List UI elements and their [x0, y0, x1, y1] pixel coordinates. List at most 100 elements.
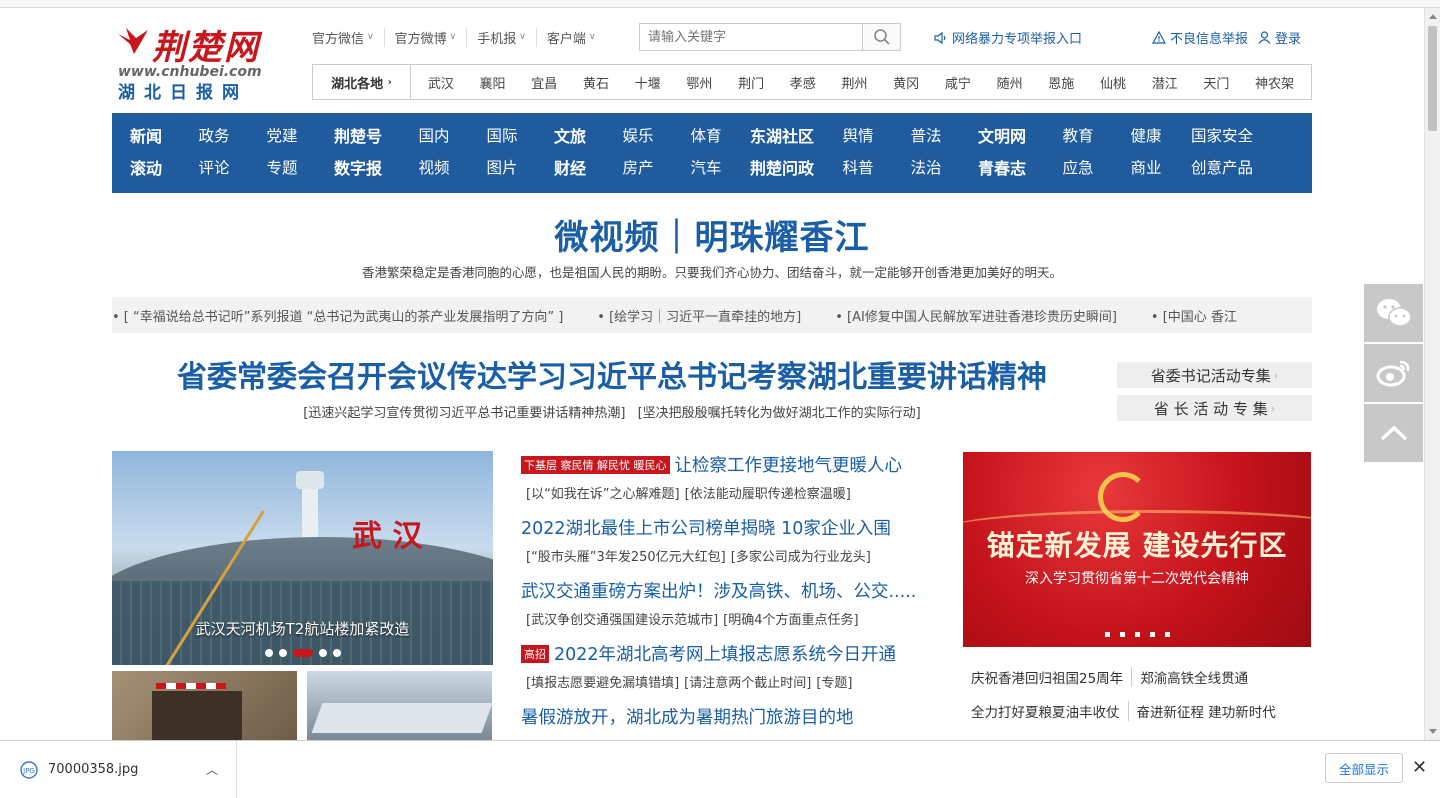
- toplink-wechat[interactable]: 官方微信 ∨: [312, 27, 385, 47]
- news-tag[interactable]: 高招: [521, 644, 549, 663]
- scrollbar-thumb[interactable]: [1428, 26, 1437, 131]
- nav-item[interactable]: 国际: [468, 124, 536, 146]
- banner-dot[interactable]: [1149, 632, 1155, 637]
- scroll-down-arrow-icon[interactable]: [1429, 729, 1437, 734]
- nav-item[interactable]: 新闻: [112, 123, 180, 147]
- nav-item[interactable]: 文旅: [536, 123, 604, 147]
- nav-item[interactable]: 国内: [400, 124, 468, 146]
- region-link[interactable]: 鄂州: [682, 73, 716, 92]
- news-sub-link[interactable]: [填报志愿要避免漏填错填]: [526, 676, 679, 691]
- weibo-share-button[interactable]: [1364, 344, 1423, 402]
- region-link[interactable]: 随州: [993, 73, 1027, 92]
- photo-slider[interactable]: 武 汉 武汉天河机场T2航站楼加紧改造: [112, 451, 493, 665]
- region-link[interactable]: 襄阳: [476, 73, 510, 92]
- nav-item[interactable]: 国家安全: [1180, 124, 1264, 146]
- party-congress-banner[interactable]: 锚定新发展 建设先行区 深入学习贯彻省第十二次党代会精神: [963, 452, 1311, 647]
- region-link[interactable]: 咸宁: [941, 73, 975, 92]
- news-title[interactable]: 2022年湖北高考网上填报志愿系统今日开通: [554, 641, 896, 666]
- ticker-item[interactable]: • [绘学习｜习近平一直牵挂的地方]: [597, 306, 801, 325]
- nav-item[interactable]: 专题: [248, 156, 316, 178]
- thumbnail-excavation[interactable]: [112, 671, 297, 740]
- nav-item[interactable]: 视频: [400, 156, 468, 178]
- chevron-up-icon[interactable]: ︿: [206, 761, 218, 778]
- nav-item[interactable]: 财经: [536, 155, 604, 179]
- slider-dot[interactable]: [278, 649, 287, 657]
- headline-sub-link[interactable]: [迅速兴起学习宣传贯彻习近平总书记重要讲话精神热潮]: [303, 406, 625, 421]
- nav-item[interactable]: 商业: [1112, 156, 1180, 178]
- region-link[interactable]: 恩施: [1044, 73, 1078, 92]
- close-icon[interactable]: ✕: [1412, 757, 1427, 778]
- news-title[interactable]: 2022湖北最佳上市公司榜单揭晓 10家企业入围: [521, 515, 891, 540]
- news-sub-link[interactable]: [明确4个方面重点任务]: [723, 613, 858, 628]
- region-link[interactable]: 武汉: [424, 73, 458, 92]
- nav-item[interactable]: 普法: [892, 124, 960, 146]
- wechat-share-button[interactable]: [1364, 284, 1423, 342]
- scroll-up-arrow-icon[interactable]: [1429, 14, 1437, 19]
- topic-link[interactable]: 郑渝高铁全线贯通: [1132, 667, 1256, 687]
- news-sub-link[interactable]: [依法能动履职传递检察温暖]: [685, 487, 851, 502]
- toplink-client[interactable]: 客户端 ∨: [537, 28, 606, 47]
- nav-item[interactable]: 数字报: [316, 155, 400, 179]
- nav-item[interactable]: 汽车: [672, 156, 740, 178]
- nav-item[interactable]: 文明网: [960, 123, 1044, 147]
- special-secretary-button[interactable]: 省委书记活动专集 ›: [1117, 362, 1312, 388]
- nav-item[interactable]: 娱乐: [604, 124, 672, 146]
- slider-dot[interactable]: [318, 649, 327, 657]
- region-link[interactable]: 天门: [1199, 73, 1233, 92]
- nav-item[interactable]: 荆楚问政: [740, 155, 824, 179]
- region-link[interactable]: 宜昌: [527, 73, 561, 92]
- news-sub-link[interactable]: [以“如我在诉”之心解难题]: [526, 487, 680, 502]
- news-title[interactable]: 暑假游放开，湖北成为暑期热门旅游目的地: [521, 704, 854, 729]
- nav-item[interactable]: 舆情: [824, 124, 892, 146]
- search-button[interactable]: [862, 24, 900, 50]
- slider-dot[interactable]: [264, 649, 273, 657]
- special-governor-button[interactable]: 省 长 活 动 专 集 ›: [1117, 395, 1312, 421]
- news-title[interactable]: 武汉交通重磅方案出炉！涉及高铁、机场、公交.....: [521, 578, 916, 603]
- banner-dot[interactable]: [1164, 632, 1170, 637]
- banner-dot[interactable]: [1104, 632, 1110, 637]
- show-all-downloads-button[interactable]: 全部显示: [1325, 753, 1403, 783]
- toplink-weibo[interactable]: 官方微博 ∨: [385, 27, 468, 47]
- slider-caption[interactable]: 武汉天河机场T2航站楼加紧改造: [112, 618, 493, 639]
- region-link[interactable]: 荆门: [734, 73, 768, 92]
- headline-sub-link[interactable]: [坚决把殷殷嘱托转化为做好湖北工作的实际行动]: [638, 406, 921, 421]
- news-sub-link[interactable]: [专题]: [816, 676, 852, 691]
- nav-item[interactable]: 健康: [1112, 124, 1180, 146]
- nav-item[interactable]: 评论: [180, 156, 248, 178]
- regions-title[interactable]: 湖北各地 ›: [313, 65, 411, 99]
- region-link[interactable]: 仙桃: [1096, 73, 1130, 92]
- nav-item[interactable]: 体育: [672, 124, 740, 146]
- region-link[interactable]: 潜江: [1148, 73, 1182, 92]
- news-sub-link[interactable]: [武汉争创交通强国建设示范城市]: [526, 613, 718, 628]
- ticker-item[interactable]: • [AI修复中国人民解放军进驻香港珍贵历史瞬间]: [835, 306, 1117, 325]
- nav-item[interactable]: 党建: [248, 124, 316, 146]
- search-input[interactable]: [640, 24, 862, 50]
- news-tag[interactable]: 下基层 察民情 解民忧 暖民心: [521, 455, 670, 474]
- banner-dot[interactable]: [1119, 632, 1125, 637]
- news-sub-link[interactable]: [多家公司成为行业龙头]: [731, 550, 871, 565]
- nav-item[interactable]: 荆楚号: [316, 123, 400, 147]
- region-link[interactable]: 孝感: [786, 73, 820, 92]
- nav-item[interactable]: 房产: [604, 156, 672, 178]
- nav-item[interactable]: 创意产品: [1180, 156, 1264, 178]
- bad-info-report-link[interactable]: 不良信息举报: [1152, 28, 1248, 47]
- violence-report-link[interactable]: 网络暴力专项举报入口: [933, 28, 1082, 47]
- nav-item[interactable]: 政务: [180, 124, 248, 146]
- region-link[interactable]: 黄石: [579, 73, 613, 92]
- login-link[interactable]: 登录: [1258, 28, 1301, 47]
- ticker-item[interactable]: • [ “幸福说给总书记听”系列报道 “总书记为武夷山的茶产业发展指明了方向” …: [112, 306, 563, 325]
- news-sub-link[interactable]: [“股市头雁”3年发250亿元大红包]: [526, 550, 726, 565]
- headline-title[interactable]: 省委常委会召开会议传达学习习近平总书记考察湖北重要讲话精神: [112, 352, 1112, 396]
- back-to-top-button[interactable]: [1364, 404, 1423, 462]
- news-sub-link[interactable]: [请注意两个截止时间]: [684, 676, 811, 691]
- region-link[interactable]: 荆州: [837, 73, 871, 92]
- banner-dot[interactable]: [1134, 632, 1140, 637]
- nav-item[interactable]: 滚动: [112, 155, 180, 179]
- topic-link[interactable]: 全力打好夏粮夏油丰收仗: [963, 701, 1129, 721]
- nav-item[interactable]: 青春志: [960, 155, 1044, 179]
- ticker-item[interactable]: • [中国心 香江: [1151, 306, 1237, 325]
- thumbnail-station[interactable]: [307, 671, 492, 740]
- nav-item[interactable]: 图片: [468, 156, 536, 178]
- slider-dot-active[interactable]: [292, 649, 313, 657]
- download-item[interactable]: JPG 70000358.jpg ︿: [0, 741, 237, 798]
